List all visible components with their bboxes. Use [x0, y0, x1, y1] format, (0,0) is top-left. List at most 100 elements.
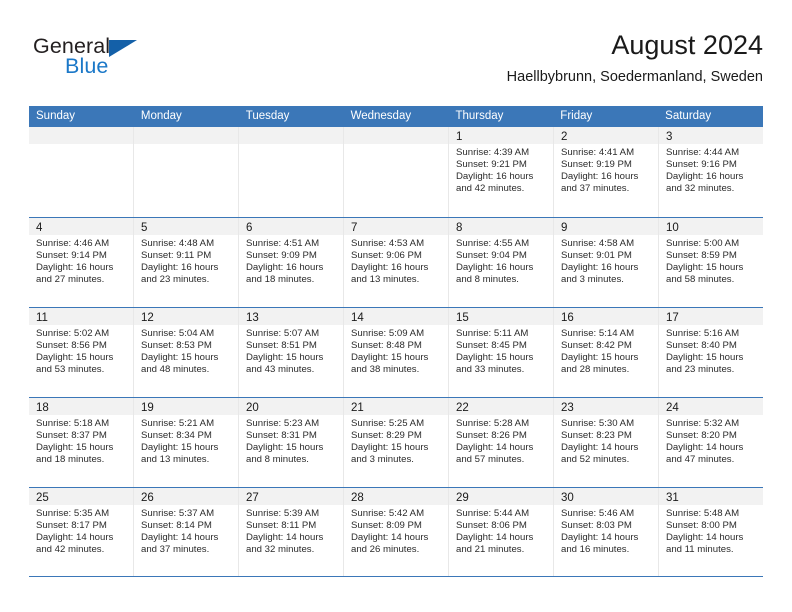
calendar-day-cell[interactable]: 20 Sunrise: 5:23 AM Sunset: 8:31 PM Dayligh… — [239, 398, 344, 487]
sunset-text: Sunset: 9:06 PM — [351, 250, 422, 262]
daylight-text-line1: Daylight: 15 hours — [666, 352, 744, 364]
day-sun-info: Sunrise: 5:28 AM Sunset: 8:26 PM Daylight:… — [449, 415, 553, 466]
sunrise-text: Sunrise: 5:18 AM — [36, 418, 110, 429]
calendar-day-cell[interactable]: 4 Sunrise: 4:46 AM Sunset: 9:14 PM Daylight… — [29, 218, 134, 307]
sunrise-text: Sunrise: 5:09 AM — [351, 328, 425, 339]
calendar-week-row: 11 Sunrise: 5:02 AM Sunset: 8:56 PM Dayligh… — [29, 307, 763, 397]
date-number: 6 — [246, 222, 253, 234]
calendar-day-cell[interactable]: 13 Sunrise: 5:07 AM Sunset: 8:51 PM Dayligh… — [239, 308, 344, 397]
sunrise-text: Sunrise: 5:00 AM — [666, 238, 740, 249]
weekday-header-monday: Monday — [140, 110, 182, 122]
calendar-day-cell[interactable]: 8 Sunrise: 4:55 AM Sunset: 9:04 PM Daylight… — [449, 218, 554, 307]
date-number: 21 — [351, 402, 364, 414]
calendar-day-cell[interactable]: 31 Sunrise: 5:48 AM Sunset: 8:00 PM Dayligh… — [659, 488, 763, 576]
date-number: 19 — [141, 402, 154, 414]
calendar-week-row: 4 Sunrise: 4:46 AM Sunset: 9:14 PM Daylight… — [29, 217, 763, 307]
calendar-day-cell[interactable]: 21 Sunrise: 5:25 AM Sunset: 8:29 PM Dayligh… — [344, 398, 449, 487]
day-sun-info: Sunrise: 4:53 AM Sunset: 9:06 PM Daylight:… — [344, 235, 448, 286]
calendar-day-cell[interactable]: 22 Sunrise: 5:28 AM Sunset: 8:26 PM Dayligh… — [449, 398, 554, 487]
date-band: 28 — [344, 488, 448, 505]
weekday-header-saturday: Saturday — [665, 110, 712, 122]
day-sun-info: Sunrise: 4:48 AM Sunset: 9:11 PM Daylight:… — [134, 235, 238, 286]
calendar-day-cell[interactable]: 28 Sunrise: 5:42 AM Sunset: 8:09 PM Dayligh… — [344, 488, 449, 576]
date-number: 9 — [561, 222, 568, 234]
date-band: 13 — [239, 308, 343, 325]
calendar-page: General Blue August 2024 Haellbybrunn, S… — [0, 0, 792, 612]
date-band: 23 — [554, 398, 658, 415]
day-sun-info: Sunrise: 5:14 AM Sunset: 8:42 PM Daylight:… — [554, 325, 658, 376]
calendar-day-cell[interactable]: 7 Sunrise: 4:53 AM Sunset: 9:06 PM Daylight… — [344, 218, 449, 307]
sunset-text: Sunset: 8:51 PM — [246, 340, 317, 352]
calendar-day-cell[interactable]: 19 Sunrise: 5:21 AM Sunset: 8:34 PM Dayligh… — [134, 398, 239, 487]
sunrise-text: Sunrise: 4:55 AM — [456, 238, 530, 249]
calendar-day-cell[interactable]: 29 Sunrise: 5:44 AM Sunset: 8:06 PM Dayligh… — [449, 488, 554, 576]
daylight-text-line2: and 23 minutes. — [141, 274, 210, 286]
day-sun-info: Sunrise: 4:58 AM Sunset: 9:01 PM Daylight:… — [554, 235, 658, 286]
date-band: 29 — [449, 488, 553, 505]
sunset-text: Sunset: 8:42 PM — [561, 340, 632, 352]
sunrise-text: Sunrise: 5:02 AM — [36, 328, 110, 339]
sunset-text: Sunset: 8:56 PM — [36, 340, 107, 352]
date-band: 12 — [134, 308, 238, 325]
calendar-day-cell[interactable]: 12 Sunrise: 5:04 AM Sunset: 8:53 PM Dayligh… — [134, 308, 239, 397]
calendar-day-cell[interactable]: 3 Sunrise: 4:44 AM Sunset: 9:16 PM Daylight… — [659, 127, 763, 217]
calendar-day-cell[interactable]: 2 Sunrise: 4:41 AM Sunset: 9:19 PM Daylight… — [554, 127, 659, 217]
daylight-text-line1: Daylight: 15 hours — [36, 442, 114, 454]
date-number: 16 — [561, 312, 574, 324]
daylight-text-line1: Daylight: 14 hours — [561, 442, 639, 454]
day-sun-info: Sunrise: 5:11 AM Sunset: 8:45 PM Daylight:… — [449, 325, 553, 376]
date-number: 3 — [666, 131, 673, 143]
date-band: 14 — [344, 308, 448, 325]
triangle-icon — [109, 40, 137, 57]
calendar-day-cell[interactable]: 26 Sunrise: 5:37 AM Sunset: 8:14 PM Dayligh… — [134, 488, 239, 576]
calendar-day-cell[interactable]: 6 Sunrise: 4:51 AM Sunset: 9:09 PM Daylight… — [239, 218, 344, 307]
calendar-day-cell-empty — [134, 127, 239, 217]
general-blue-logo[interactable]: General Blue — [33, 34, 213, 90]
date-band: 31 — [659, 488, 763, 505]
date-number: 29 — [456, 492, 469, 504]
date-number: 26 — [141, 492, 154, 504]
calendar-day-cell[interactable]: 10 Sunrise: 5:00 AM Sunset: 8:59 PM Dayligh… — [659, 218, 763, 307]
calendar-day-cell[interactable]: 30 Sunrise: 5:46 AM Sunset: 8:03 PM Dayligh… — [554, 488, 659, 576]
sunrise-text: Sunrise: 4:44 AM — [666, 147, 740, 158]
calendar-day-cell[interactable]: 24 Sunrise: 5:32 AM Sunset: 8:20 PM Dayligh… — [659, 398, 763, 487]
calendar-day-cell[interactable]: 18 Sunrise: 5:18 AM Sunset: 8:37 PM Dayligh… — [29, 398, 134, 487]
sunset-text: Sunset: 8:26 PM — [456, 430, 527, 442]
daylight-text-line1: Daylight: 16 hours — [456, 171, 534, 183]
day-sun-info: Sunrise: 5:48 AM Sunset: 8:00 PM Daylight:… — [659, 505, 763, 556]
calendar-day-cell[interactable]: 1 Sunrise: 4:39 AM Sunset: 9:21 PM Daylight… — [449, 127, 554, 217]
day-sun-info: Sunrise: 5:35 AM Sunset: 8:17 PM Daylight:… — [29, 505, 133, 556]
daylight-text-line2: and 53 minutes. — [36, 364, 105, 376]
sunrise-text: Sunrise: 4:58 AM — [561, 238, 635, 249]
day-sun-info: Sunrise: 5:09 AM Sunset: 8:48 PM Daylight:… — [344, 325, 448, 376]
date-band: 19 — [134, 398, 238, 415]
calendar-day-cell[interactable]: 9 Sunrise: 4:58 AM Sunset: 9:01 PM Daylight… — [554, 218, 659, 307]
sunset-text: Sunset: 8:17 PM — [36, 520, 107, 532]
daylight-text-line2: and 27 minutes. — [36, 274, 105, 286]
sunrise-text: Sunrise: 5:39 AM — [246, 508, 320, 519]
calendar-day-cell[interactable]: 25 Sunrise: 5:35 AM Sunset: 8:17 PM Dayligh… — [29, 488, 134, 576]
sunset-text: Sunset: 8:37 PM — [36, 430, 107, 442]
daylight-text-line1: Daylight: 14 hours — [561, 532, 639, 544]
calendar-day-cell[interactable]: 15 Sunrise: 5:11 AM Sunset: 8:45 PM Dayligh… — [449, 308, 554, 397]
date-band: 9 — [554, 218, 658, 235]
calendar-day-cell[interactable]: 27 Sunrise: 5:39 AM Sunset: 8:11 PM Dayligh… — [239, 488, 344, 576]
calendar-day-cell[interactable]: 5 Sunrise: 4:48 AM Sunset: 9:11 PM Daylight… — [134, 218, 239, 307]
calendar-day-cell[interactable]: 11 Sunrise: 5:02 AM Sunset: 8:56 PM Dayligh… — [29, 308, 134, 397]
sunset-text: Sunset: 8:34 PM — [141, 430, 212, 442]
page-title: August 2024 — [611, 30, 763, 60]
calendar-day-cell[interactable]: 17 Sunrise: 5:16 AM Sunset: 8:40 PM Dayligh… — [659, 308, 763, 397]
day-sun-info: Sunrise: 4:55 AM Sunset: 9:04 PM Daylight:… — [449, 235, 553, 286]
date-number: 10 — [666, 222, 679, 234]
calendar-day-cell[interactable]: 16 Sunrise: 5:14 AM Sunset: 8:42 PM Dayligh… — [554, 308, 659, 397]
day-sun-info: Sunrise: 5:18 AM Sunset: 8:37 PM Daylight:… — [29, 415, 133, 466]
sunrise-text: Sunrise: 5:30 AM — [561, 418, 635, 429]
calendar-weeks: 1 Sunrise: 4:39 AM Sunset: 9:21 PM Daylight… — [29, 127, 763, 577]
sunset-text: Sunset: 8:45 PM — [456, 340, 527, 352]
calendar-day-cell[interactable]: 14 Sunrise: 5:09 AM Sunset: 8:48 PM Dayligh… — [344, 308, 449, 397]
sunset-text: Sunset: 8:29 PM — [351, 430, 422, 442]
sunset-text: Sunset: 9:21 PM — [456, 159, 527, 171]
day-sun-info: Sunrise: 5:30 AM Sunset: 8:23 PM Daylight:… — [554, 415, 658, 466]
daylight-text-line1: Daylight: 14 hours — [666, 532, 744, 544]
calendar-day-cell[interactable]: 23 Sunrise: 5:30 AM Sunset: 8:23 PM Dayligh… — [554, 398, 659, 487]
